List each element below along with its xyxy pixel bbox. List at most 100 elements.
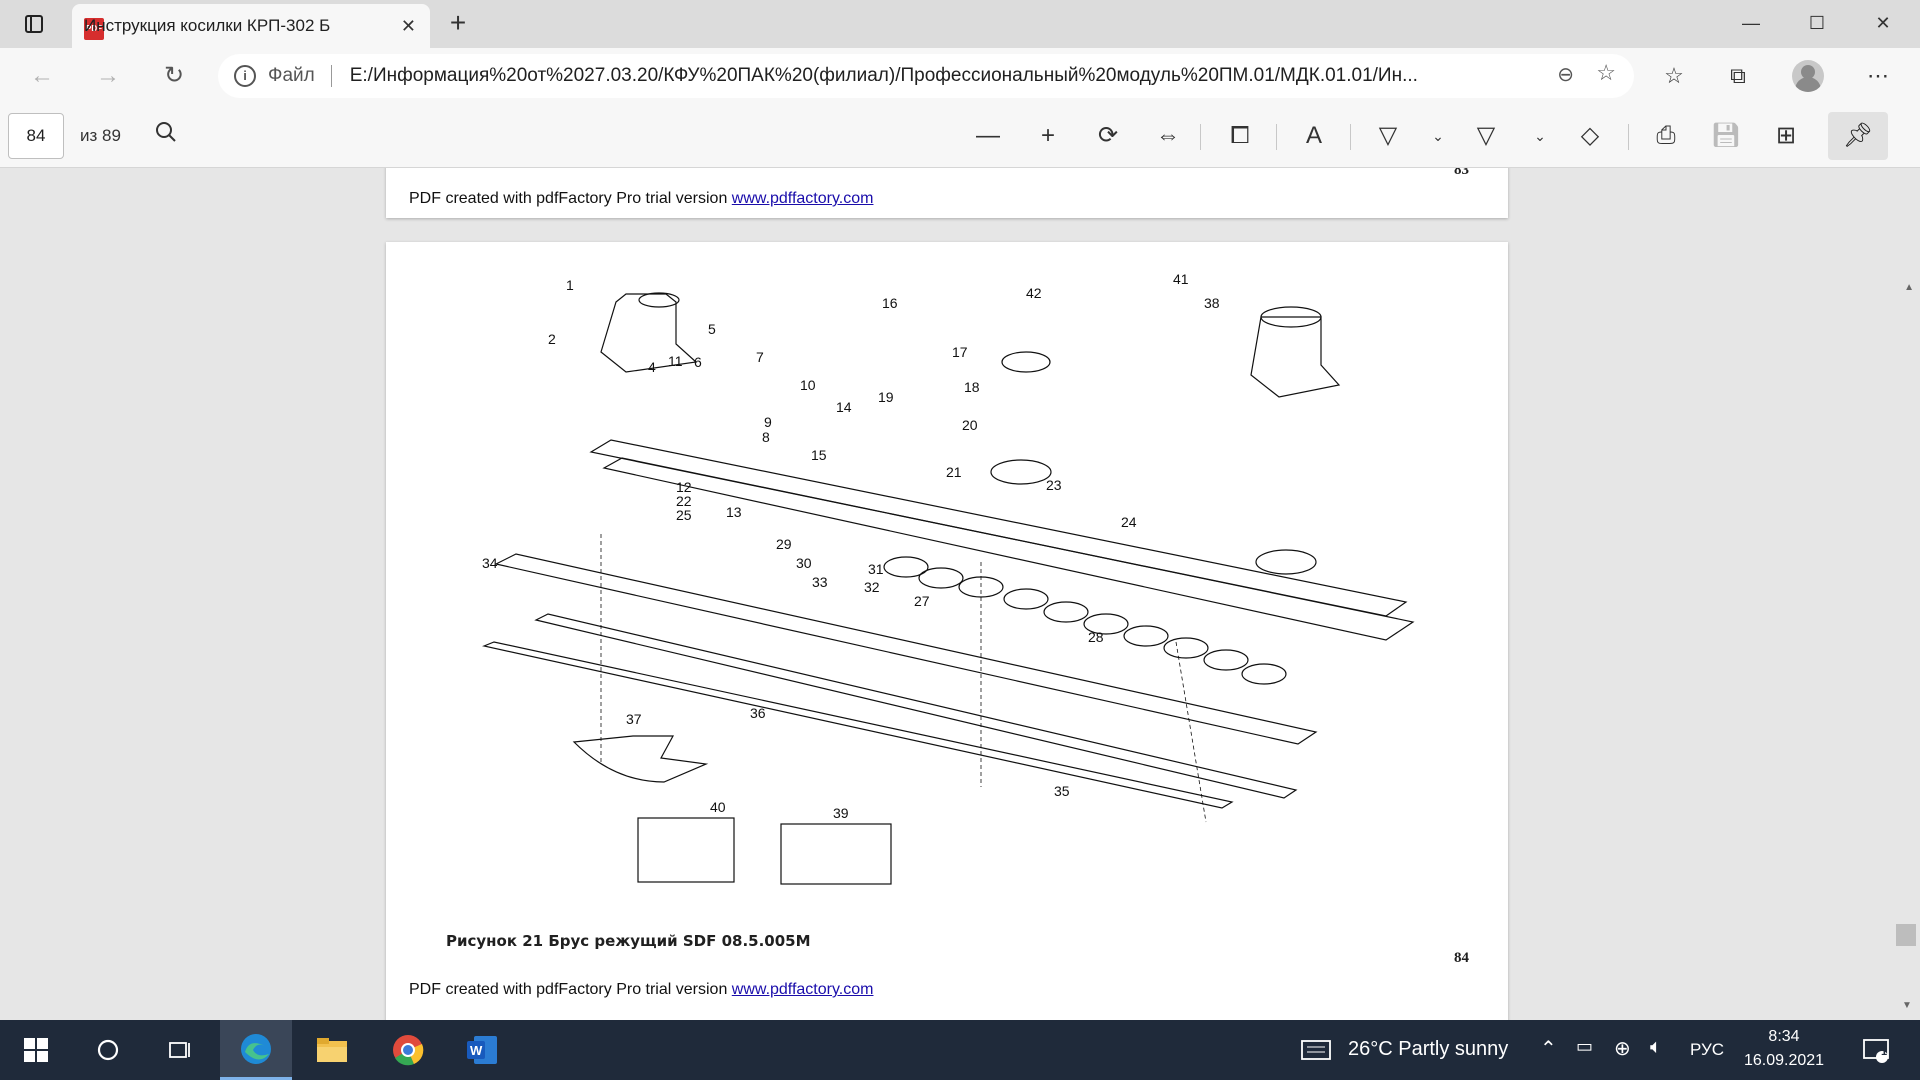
favorites-icon[interactable]: ☆	[1656, 58, 1692, 94]
weather-text[interactable]: 26°C Partly sunny	[1348, 1038, 1508, 1061]
task-view-icon	[169, 1042, 190, 1058]
zoom-in-icon[interactable]: +	[1030, 118, 1066, 154]
callout-24: 24	[1121, 514, 1137, 530]
callout-25: 25	[676, 507, 692, 523]
callout-13: 13	[726, 504, 742, 520]
browser-tab[interactable]: PDF Инструкция косилки КРП-302 Б ✕	[72, 4, 430, 48]
windows-icon	[24, 1038, 48, 1062]
chrome-icon	[393, 1035, 424, 1066]
eraser-icon[interactable]: ◇	[1572, 118, 1608, 154]
new-tab-button[interactable]: +	[442, 8, 474, 40]
url-text[interactable]: E:/Информация%20от%2027.03.20/КФУ%20ПАК%…	[350, 65, 1500, 87]
cutter-bar-plate	[589, 439, 1408, 617]
address-bar[interactable]: i Файл E:/Информация%20от%2027.03.20/КФУ…	[218, 54, 1634, 98]
back-button[interactable]: ←	[24, 58, 60, 94]
toolbar-separator	[1200, 124, 1201, 150]
pdffactory-link[interactable]: www.pdffactory.com	[732, 190, 874, 207]
callout-33: 33	[812, 574, 828, 590]
chevron-up-icon[interactable]: ⌃	[1540, 1036, 1557, 1061]
skid-bar	[534, 613, 1298, 799]
explorer-taskbar-button[interactable]	[296, 1020, 368, 1080]
language-indicator[interactable]: РУС	[1690, 1040, 1724, 1060]
page-number: 84	[1454, 950, 1469, 966]
highlight-icon[interactable]: ▽	[1468, 118, 1504, 154]
callout-38: 38	[1204, 295, 1220, 311]
fit-width-icon[interactable]: ⇔	[1150, 118, 1186, 154]
read-aloud-icon[interactable]: A	[1296, 118, 1332, 154]
close-window-button[interactable]: ✕	[1860, 8, 1906, 38]
scrollbar-thumb[interactable]	[1896, 924, 1916, 946]
exploded-diagram: 12456 7101198122225 1314151617181920214241…	[481, 271, 1415, 885]
callout-7: 7	[756, 349, 764, 365]
add-favorite-icon[interactable]: ☆	[1596, 60, 1616, 86]
callout-5: 5	[708, 321, 716, 337]
tab-strip: PDF Инструкция косилки КРП-302 Б ✕ + — ☐…	[0, 0, 1920, 48]
wear-strip	[481, 641, 1234, 809]
notifications-button[interactable]: 1	[1846, 1020, 1906, 1080]
save-as-icon[interactable]: ⊞	[1768, 118, 1804, 154]
pin-toolbar-icon[interactable]: 📌︎	[1828, 112, 1888, 160]
page-number-input[interactable]: 84	[8, 113, 64, 159]
tab-actions-button[interactable]	[10, 8, 58, 40]
battery-icon[interactable]: ▭	[1576, 1036, 1593, 1057]
draw-icon[interactable]: ▽	[1370, 118, 1406, 154]
callout-labels: 12456 7101198122225 1314151617181920214241…	[482, 271, 1220, 821]
callout-31: 31	[868, 561, 884, 577]
scroll-down-arrow[interactable]: ▼	[1902, 1000, 1912, 1011]
pdf-note-text: PDF created with pdfFactory Pro trial ve…	[409, 981, 732, 998]
pdf-watermark-note: PDF created with pdfFactory Pro trial ve…	[409, 981, 873, 999]
page-number: 83	[1454, 168, 1469, 178]
info-icon[interactable]: i	[234, 65, 256, 87]
callout-16: 16	[882, 295, 898, 311]
page-view-icon[interactable]: ⧠	[1222, 118, 1258, 154]
scroll-up-arrow[interactable]: ▲	[1904, 282, 1914, 293]
maximize-button[interactable]: ☐	[1794, 8, 1840, 38]
refresh-button[interactable]: ↻	[156, 58, 192, 94]
callout-19: 19	[878, 389, 894, 405]
address-separator	[330, 65, 332, 87]
callout-42: 42	[1026, 285, 1042, 301]
inset-gears-39	[780, 823, 892, 885]
print-icon[interactable]: ⎙	[1648, 118, 1684, 154]
volume-icon[interactable]: 🔈︎	[1650, 1036, 1662, 1059]
forward-button[interactable]: →	[90, 58, 126, 94]
start-button[interactable]	[0, 1020, 72, 1080]
chrome-taskbar-button[interactable]	[372, 1020, 444, 1080]
callout-27: 27	[914, 593, 930, 609]
edge-taskbar-button[interactable]	[220, 1020, 292, 1080]
file-label: Файл	[268, 65, 315, 86]
zoom-out-icon[interactable]: —	[970, 118, 1006, 154]
figure-caption: Рисунок 21 Брус режущий SDF 08.5.005M	[446, 932, 811, 950]
word-taskbar-button[interactable]: W	[446, 1020, 518, 1080]
callout-9: 9	[764, 414, 772, 430]
weather-icon[interactable]	[1296, 1020, 1336, 1080]
callout-6: 6	[694, 354, 702, 370]
rotate-icon[interactable]: ⟳	[1090, 118, 1126, 154]
clock-date[interactable]: 16.09.2021	[1744, 1052, 1824, 1070]
zoom-out-icon[interactable]: ⊖	[1557, 62, 1574, 87]
toolbar-separator	[1276, 124, 1277, 150]
callout-20: 20	[962, 417, 978, 433]
settings-menu-icon[interactable]: ⋯	[1860, 58, 1896, 94]
callout-21: 21	[946, 464, 962, 480]
collections-icon[interactable]: ⧉	[1720, 58, 1756, 94]
disc-hub	[1001, 351, 1051, 373]
chevron-down-icon[interactable]: ⌄	[1522, 118, 1558, 154]
pdf-viewer[interactable]: 83 PDF created with pdfFactory Pro trial…	[0, 168, 1920, 1020]
callout-32: 32	[864, 579, 880, 595]
clock-time[interactable]: 8:34	[1744, 1028, 1824, 1046]
cutter-bar-trough	[494, 553, 1318, 745]
cutting-knife	[572, 735, 709, 783]
avatar[interactable]	[1792, 60, 1824, 92]
save-icon[interactable]: 💾︎	[1708, 118, 1744, 154]
search-taskbar-button[interactable]	[72, 1020, 144, 1080]
close-tab-icon[interactable]: ✕	[401, 16, 416, 37]
task-view-button[interactable]	[144, 1020, 216, 1080]
pdf-note-text: PDF created with pdfFactory Pro trial ve…	[409, 190, 732, 207]
gear-housing-right	[1250, 316, 1341, 398]
minimize-button[interactable]: —	[1728, 8, 1774, 38]
chevron-down-icon[interactable]: ⌄	[1420, 118, 1456, 154]
pdffactory-link[interactable]: www.pdffactory.com	[732, 981, 874, 998]
search-icon[interactable]	[148, 118, 184, 154]
network-icon[interactable]: ⊕	[1614, 1036, 1631, 1061]
